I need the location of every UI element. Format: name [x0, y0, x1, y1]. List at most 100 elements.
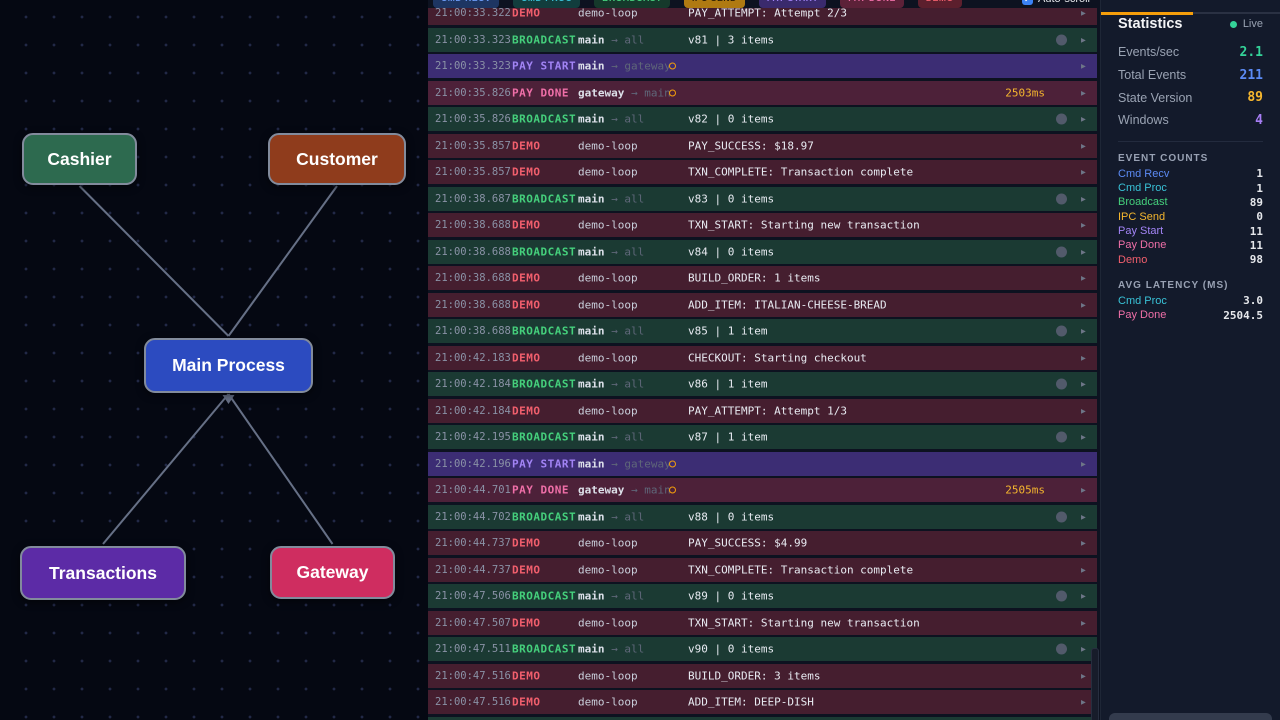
- log-row[interactable]: 21:00:42.184DEMOdemo-loopPAY_ATTEMPT: At…: [428, 399, 1097, 423]
- log-row[interactable]: 21:00:38.688DEMOdemo-loopTXN_START: Star…: [428, 213, 1097, 237]
- log-row[interactable]: 21:00:42.184BROADCASTmain → allv86 | 1 i…: [428, 372, 1097, 396]
- log-row[interactable]: 21:00:33.323PAY STARTmain → gateway▶: [428, 54, 1097, 78]
- autoscroll-toggle[interactable]: ✓ Auto-scroll: [1022, 0, 1090, 5]
- log-row[interactable]: 21:00:44.701PAY DONEgateway → main2505ms…: [428, 478, 1097, 502]
- filter-chip-broadcast[interactable]: BROADCAST: [594, 0, 670, 8]
- log-row[interactable]: 21:00:47.511BROADCASTmain → allv90 | 0 i…: [428, 637, 1097, 661]
- expand-chevron-icon[interactable]: ▶: [1081, 353, 1086, 362]
- route-source: demo-loop: [578, 537, 638, 550]
- expand-chevron-icon[interactable]: ▶: [1081, 88, 1086, 97]
- log-row[interactable]: 21:00:35.826BROADCASTmain → allv82 | 0 i…: [428, 107, 1097, 131]
- expand-chevron-icon[interactable]: ▶: [1081, 9, 1086, 18]
- graph-node-main[interactable]: Main Process: [144, 338, 313, 393]
- log-row[interactable]: 21:00:38.688BROADCASTmain → allv84 | 0 i…: [428, 240, 1097, 264]
- log-row[interactable]: 21:00:42.195BROADCASTmain → allv87 | 1 i…: [428, 425, 1097, 449]
- log-row[interactable]: 21:00:35.857DEMOdemo-loopPAY_SUCCESS: $1…: [428, 134, 1097, 158]
- log-row[interactable]: 21:00:47.516DEMOdemo-loopADD_ITEM: DEEP-…: [428, 690, 1097, 714]
- expand-chevron-icon[interactable]: ▶: [1081, 115, 1086, 124]
- filter-chip-ipc-send[interactable]: IPC SEND: [684, 0, 745, 8]
- expand-chevron-icon[interactable]: ▶: [1081, 62, 1086, 71]
- expand-chevron-icon[interactable]: ▶: [1081, 221, 1086, 230]
- event-message: v86 | 1 item: [688, 378, 767, 391]
- event-timestamp: 21:00:35.857: [435, 140, 511, 152]
- event-type-badge: DEMO: [512, 219, 541, 232]
- log-scrollbar-thumb[interactable]: [1091, 648, 1099, 720]
- expand-chevron-icon[interactable]: ▶: [1081, 671, 1086, 680]
- expand-chevron-icon[interactable]: ▶: [1081, 486, 1086, 495]
- event-type-badge: DEMO: [512, 404, 541, 417]
- latency-value: 2505ms: [1005, 484, 1045, 497]
- expand-chevron-icon[interactable]: ▶: [1081, 247, 1086, 256]
- event-message: TXN_COMPLETE: Transaction complete: [688, 563, 913, 576]
- event-message: ADD_ITEM: DEEP-DISH: [688, 696, 814, 709]
- event-timestamp: 21:00:42.183: [435, 352, 511, 364]
- avg-latency-list: Cmd Proc3.0Pay Done2504.5: [1118, 294, 1263, 323]
- expand-chevron-icon[interactable]: ▶: [1081, 565, 1086, 574]
- graph-edge: [80, 186, 229, 336]
- log-row[interactable]: 21:00:44.702BROADCASTmain → allv88 | 0 i…: [428, 505, 1097, 529]
- expand-chevron-icon[interactable]: ▶: [1081, 618, 1086, 627]
- expand-chevron-icon[interactable]: ▶: [1081, 168, 1086, 177]
- event-route: main → all: [578, 245, 644, 258]
- graph-node-cashier[interactable]: Cashier: [22, 133, 137, 185]
- count-label: Cmd Recv: [1118, 168, 1169, 180]
- event-type-badge: DEMO: [512, 537, 541, 550]
- log-row[interactable]: 21:00:38.688DEMOdemo-loopADD_ITEM: ITALI…: [428, 293, 1097, 317]
- statistics-panel: Statistics Live Events/sec2.1Total Event…: [1100, 0, 1280, 720]
- expand-chevron-icon[interactable]: ▶: [1081, 539, 1086, 548]
- filter-chip-pay-start[interactable]: PAY START: [759, 0, 826, 8]
- route-source: main: [578, 325, 605, 338]
- stat-row: Windows4: [1118, 109, 1263, 132]
- expand-chevron-icon[interactable]: ▶: [1081, 645, 1086, 654]
- log-row[interactable]: 21:00:38.688BROADCASTmain → allv85 | 1 i…: [428, 319, 1097, 343]
- filter-chip-cmd-recv[interactable]: CMD RECV: [433, 0, 499, 8]
- expand-chevron-icon[interactable]: ▶: [1081, 194, 1086, 203]
- bottom-bar[interactable]: [1109, 713, 1272, 720]
- expand-chevron-icon[interactable]: ▶: [1081, 327, 1086, 336]
- event-type-badge: DEMO: [512, 139, 541, 152]
- graph-node-customer[interactable]: Customer: [268, 133, 406, 185]
- graph-node-transactions[interactable]: Transactions: [20, 546, 186, 600]
- expand-chevron-icon[interactable]: ▶: [1081, 141, 1086, 150]
- expand-chevron-icon[interactable]: ▶: [1081, 300, 1086, 309]
- event-timestamp: 21:00:44.702: [435, 511, 511, 523]
- count-label: Cmd Proc: [1118, 295, 1167, 307]
- expand-chevron-icon[interactable]: ▶: [1081, 35, 1086, 44]
- log-row[interactable]: 21:00:35.857DEMOdemo-loopTXN_COMPLETE: T…: [428, 160, 1097, 184]
- expand-chevron-icon[interactable]: ▶: [1081, 698, 1086, 707]
- filter-chip-pay-done[interactable]: PAY DONE: [840, 0, 904, 8]
- checkbox-checked-icon[interactable]: ✓: [1022, 0, 1033, 5]
- log-row[interactable]: 21:00:44.737DEMOdemo-loopPAY_SUCCESS: $4…: [428, 531, 1097, 555]
- event-timestamp: 21:00:38.688: [435, 299, 511, 311]
- log-row[interactable]: 21:00:42.196PAY STARTmain → gateway▶: [428, 452, 1097, 476]
- log-row[interactable]: 21:00:44.737DEMOdemo-loopTXN_COMPLETE: T…: [428, 558, 1097, 582]
- log-row[interactable]: 21:00:47.516DEMOdemo-loopBUILD_ORDER: 3 …: [428, 664, 1097, 688]
- event-timestamp: 21:00:42.195: [435, 431, 511, 443]
- expand-chevron-icon[interactable]: ▶: [1081, 592, 1086, 601]
- process-graph-panel: Cashier Customer Main Process Transactions G…: [0, 0, 428, 720]
- log-list: 21:00:33.322DEMOdemo-loopPAY_ATTEMPT: At…: [428, 0, 1100, 720]
- expand-chevron-icon[interactable]: ▶: [1081, 274, 1086, 283]
- event-message: ADD_ITEM: ITALIAN-CHEESE-BREAD: [688, 298, 887, 311]
- log-row[interactable]: 21:00:33.323BROADCASTmain → allv81 | 3 i…: [428, 28, 1097, 52]
- log-row-partial[interactable]: [428, 717, 1097, 720]
- filter-chip-cmd-proc[interactable]: CMD PROC: [513, 0, 580, 8]
- graph-node-gateway[interactable]: Gateway: [270, 546, 395, 599]
- log-row[interactable]: 21:00:47.507DEMOdemo-loopTXN_START: Star…: [428, 611, 1097, 635]
- log-row[interactable]: 21:00:35.826PAY DONEgateway → main2503ms…: [428, 81, 1097, 105]
- log-row[interactable]: 21:00:38.687BROADCASTmain → allv83 | 0 i…: [428, 187, 1097, 211]
- event-timestamp: 21:00:42.196: [435, 458, 511, 470]
- log-row[interactable]: 21:00:47.506BROADCASTmain → allv89 | 0 i…: [428, 584, 1097, 608]
- expand-chevron-icon[interactable]: ▶: [1081, 406, 1086, 415]
- expand-chevron-icon[interactable]: ▶: [1081, 512, 1086, 521]
- stat-row: Events/sec2.1: [1118, 41, 1263, 64]
- stat-label: Total Events: [1118, 68, 1186, 82]
- log-row[interactable]: 21:00:42.183DEMOdemo-loopCHECKOUT: Start…: [428, 346, 1097, 370]
- expand-chevron-icon[interactable]: ▶: [1081, 459, 1086, 468]
- expand-chevron-icon[interactable]: ▶: [1081, 433, 1086, 442]
- expand-chevron-icon[interactable]: ▶: [1081, 380, 1086, 389]
- state-dot-icon: [1056, 193, 1067, 204]
- filter-chip-demo[interactable]: DEMO: [918, 0, 962, 8]
- log-row[interactable]: 21:00:38.688DEMOdemo-loopBUILD_ORDER: 1 …: [428, 266, 1097, 290]
- route-source: demo-loop: [578, 272, 638, 285]
